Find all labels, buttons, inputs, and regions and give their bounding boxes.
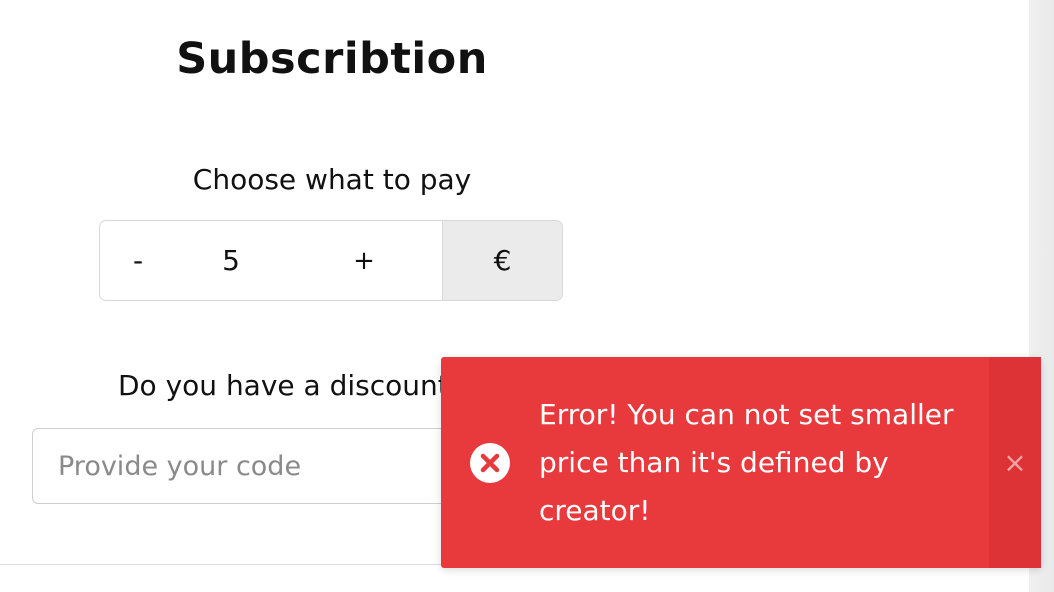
error-circle-x-icon (470, 442, 510, 483)
price-stepper: - 5 + € (99, 220, 563, 301)
toast-close-button[interactable]: × (989, 357, 1041, 568)
page-title: Subscribtion (176, 34, 488, 84)
toast-message-text: Error! You can not set smaller price tha… (539, 397, 954, 527)
toast-icon-container (441, 357, 539, 568)
toast-message: Error! You can not set smaller price tha… (539, 357, 989, 568)
close-icon[interactable]: × (1003, 446, 1026, 479)
price-value[interactable]: 5 (176, 221, 286, 300)
error-toast: Error! You can not set smaller price tha… (441, 357, 1041, 568)
decrement-button[interactable]: - (100, 221, 176, 300)
price-label: Choose what to pay (192, 163, 472, 196)
currency-label: € (442, 221, 562, 300)
page: Subscribtion Choose what to pay - 5 + € … (0, 0, 1054, 592)
increment-button[interactable]: + (286, 221, 442, 300)
